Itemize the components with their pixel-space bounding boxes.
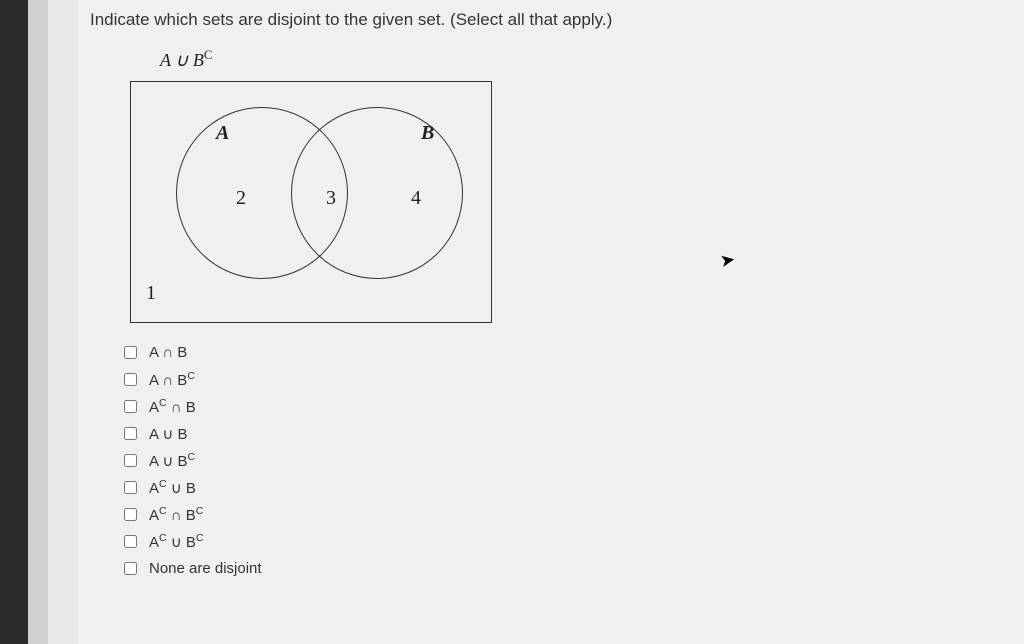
option-checkbox-1[interactable] <box>124 373 137 386</box>
option-checkbox-3[interactable] <box>124 427 137 440</box>
option-row-6: AC ∩ BC <box>120 505 1014 524</box>
option-row-3: A ∪ B <box>120 424 1014 443</box>
option-label-1: A ∩ BC <box>149 370 195 389</box>
option-row-5: AC ∪ B <box>120 478 1014 497</box>
given-set-base: A ∪ B <box>160 50 204 70</box>
option-row-1: A ∩ BC <box>120 370 1014 389</box>
option-label-5: AC ∪ B <box>149 478 196 497</box>
option-label-8: None are disjoint <box>149 560 262 577</box>
given-set-expression: A ∪ BC <box>160 48 1014 71</box>
option-checkbox-5[interactable] <box>124 481 137 494</box>
window-edge-light <box>48 0 78 644</box>
option-label-3: A ∪ B <box>149 425 188 443</box>
option-label-7: AC ∪ BC <box>149 532 204 551</box>
venn-label-a: A <box>216 122 229 145</box>
venn-region-3: 3 <box>326 187 336 210</box>
venn-region-4: 4 <box>411 187 421 210</box>
option-label-6: AC ∩ BC <box>149 505 203 524</box>
option-row-2: AC ∩ B <box>120 397 1014 416</box>
window-edge-dark <box>0 0 28 644</box>
answer-options: A ∩ B A ∩ BC AC ∩ B A ∪ B A ∪ BC AC ∪ B AC ∩ B… <box>120 343 1014 578</box>
option-checkbox-4[interactable] <box>124 454 137 467</box>
option-checkbox-6[interactable] <box>124 508 137 521</box>
question-content: Indicate which sets are disjoint to the … <box>90 10 1014 586</box>
option-checkbox-7[interactable] <box>124 535 137 548</box>
option-checkbox-8[interactable] <box>124 562 137 575</box>
option-checkbox-2[interactable] <box>124 400 137 413</box>
option-row-0: A ∩ B <box>120 343 1014 362</box>
venn-region-2: 2 <box>236 187 246 210</box>
venn-circle-b <box>291 107 463 279</box>
venn-region-1: 1 <box>146 282 156 305</box>
option-row-4: A ∪ BC <box>120 451 1014 470</box>
given-set-complement: C <box>204 48 212 62</box>
venn-label-b: B <box>421 122 434 145</box>
question-text: Indicate which sets are disjoint to the … <box>90 10 1014 30</box>
option-label-2: AC ∩ B <box>149 397 196 416</box>
option-row-8: None are disjoint <box>120 559 1014 578</box>
venn-diagram-box: A B 1 2 3 4 <box>130 81 492 323</box>
option-label-4: A ∪ BC <box>149 451 195 470</box>
window-edge-gray <box>28 0 48 644</box>
option-checkbox-0[interactable] <box>124 346 137 359</box>
option-label-0: A ∩ B <box>149 344 187 361</box>
option-row-7: AC ∪ BC <box>120 532 1014 551</box>
